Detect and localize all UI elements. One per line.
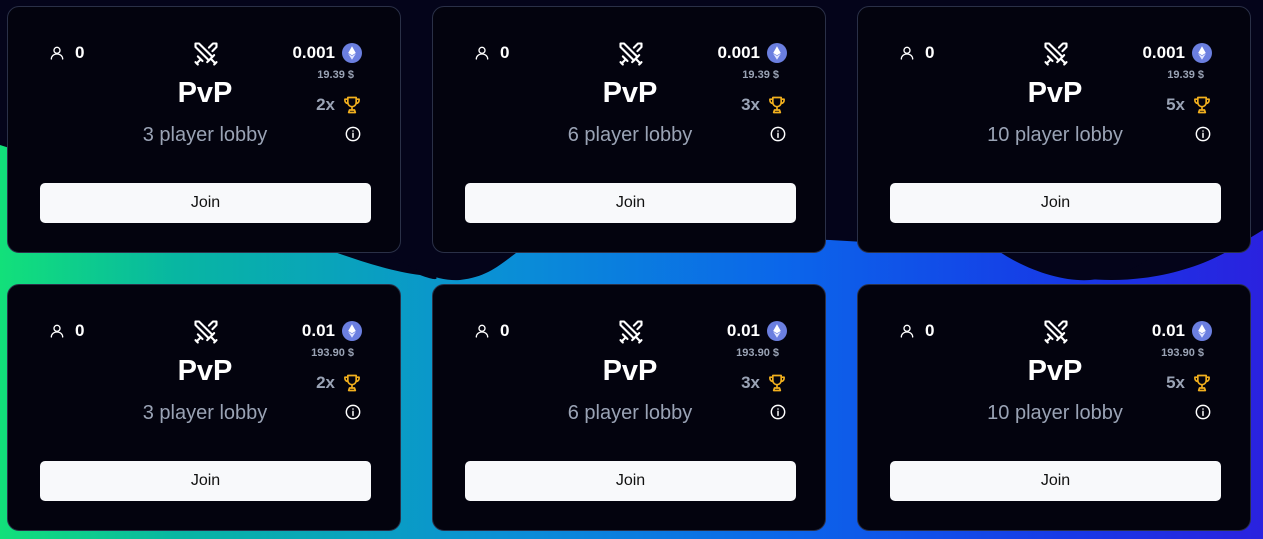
- player-count-value: 0: [75, 43, 85, 62]
- user-icon: [50, 46, 64, 60]
- entry-price: 0.01: [727, 321, 787, 341]
- entry-price-value: 0.01: [301, 321, 335, 340]
- user-icon: [475, 324, 489, 338]
- user-icon: [900, 46, 914, 60]
- lobby-size-label: 10 player lobby: [987, 124, 1123, 146]
- player-count: 0: [899, 321, 934, 341]
- lobby-size-label: 3 player lobby: [142, 402, 268, 424]
- entry-price-value: 0.001: [1142, 43, 1185, 62]
- lobby-card-2: 0 PvP 6 player lobby 0.001 19.39 $ 3x Jo…: [432, 6, 826, 253]
- info-icon[interactable]: [770, 126, 786, 142]
- crossed-swords-icon: [194, 320, 218, 344]
- reward-multiplier: 2x: [316, 373, 362, 393]
- info-icon[interactable]: [770, 404, 786, 420]
- user-icon: [475, 46, 489, 60]
- trophy-icon: [769, 374, 785, 392]
- trophy-icon: [769, 96, 785, 114]
- entry-price-usd: 19.39 $: [317, 69, 354, 81]
- player-count: 0: [474, 321, 509, 341]
- reward-multiplier-value: 5x: [1166, 373, 1185, 392]
- info-icon[interactable]: [345, 126, 361, 142]
- reward-multiplier: 5x: [1166, 373, 1212, 393]
- entry-price-usd: 193.90 $: [1161, 347, 1204, 359]
- ethereum-icon: [1192, 43, 1212, 63]
- reward-multiplier-value: 2x: [316, 95, 335, 114]
- entry-price: 0.001: [292, 43, 362, 63]
- trophy-icon: [1194, 374, 1210, 392]
- ethereum-icon: [1192, 321, 1212, 341]
- entry-price-usd: 19.39 $: [742, 69, 779, 81]
- join-button[interactable]: Join: [465, 183, 796, 223]
- reward-multiplier-value: 3x: [741, 95, 760, 114]
- trophy-icon: [344, 374, 360, 392]
- user-icon: [900, 324, 914, 338]
- entry-price-usd: 193.90 $: [736, 347, 779, 359]
- entry-price: 0.01: [1152, 321, 1212, 341]
- reward-multiplier: 2x: [316, 95, 362, 115]
- crossed-swords-icon: [1044, 320, 1068, 344]
- info-icon[interactable]: [1195, 404, 1211, 420]
- player-count-value: 0: [925, 321, 935, 340]
- trophy-icon: [344, 96, 360, 114]
- lobby-card-3: 0 PvP 10 player lobby 0.001 19.39 $ 5x J…: [857, 6, 1251, 253]
- crossed-swords-icon: [619, 320, 643, 344]
- crossed-swords-icon: [194, 42, 218, 66]
- player-count-value: 0: [500, 43, 510, 62]
- entry-price: 0.001: [717, 43, 787, 63]
- lobby-card-6: 0 PvP 10 player lobby 0.01 193.90 $ 5x J…: [857, 284, 1251, 531]
- join-button[interactable]: Join: [40, 461, 371, 501]
- lobby-card-4: 0 PvP 3 player lobby 0.01 193.90 $ 2x Jo…: [7, 284, 401, 531]
- entry-price: 0.01: [302, 321, 362, 341]
- ethereum-icon: [767, 321, 787, 341]
- crossed-swords-icon: [1044, 42, 1068, 66]
- entry-price-usd: 19.39 $: [1167, 69, 1204, 81]
- entry-price-value: 0.001: [292, 43, 335, 62]
- ethereum-icon: [342, 43, 362, 63]
- reward-multiplier: 5x: [1166, 95, 1212, 115]
- reward-multiplier-value: 3x: [741, 373, 760, 392]
- crossed-swords-icon: [619, 42, 643, 66]
- player-count: 0: [49, 321, 84, 341]
- player-count: 0: [899, 43, 934, 63]
- reward-multiplier-value: 5x: [1166, 95, 1185, 114]
- entry-price-value: 0.01: [726, 321, 760, 340]
- join-button[interactable]: Join: [890, 183, 1221, 223]
- join-button[interactable]: Join: [890, 461, 1221, 501]
- join-button[interactable]: Join: [40, 183, 371, 223]
- player-count-value: 0: [75, 321, 85, 340]
- lobby-size-label: 3 player lobby: [142, 124, 268, 146]
- trophy-icon: [1194, 96, 1210, 114]
- info-icon[interactable]: [345, 404, 361, 420]
- player-count: 0: [474, 43, 509, 63]
- user-icon: [50, 324, 64, 338]
- reward-multiplier: 3x: [741, 373, 787, 393]
- entry-price: 0.001: [1142, 43, 1212, 63]
- entry-price-value: 0.01: [1151, 321, 1185, 340]
- reward-multiplier: 3x: [741, 95, 787, 115]
- entry-price-usd: 193.90 $: [311, 347, 354, 359]
- player-count-value: 0: [925, 43, 935, 62]
- lobby-size-label: 10 player lobby: [987, 402, 1123, 424]
- lobby-card-5: 0 PvP 6 player lobby 0.01 193.90 $ 3x Jo…: [432, 284, 826, 531]
- ethereum-icon: [767, 43, 787, 63]
- player-count-value: 0: [500, 321, 510, 340]
- lobby-card-1: 0 PvP 3 player lobby 0.001 19.39 $ 2x Jo…: [7, 6, 401, 253]
- entry-price-value: 0.001: [717, 43, 760, 62]
- reward-multiplier-value: 2x: [316, 373, 335, 392]
- ethereum-icon: [342, 321, 362, 341]
- lobby-size-label: 6 player lobby: [567, 124, 693, 146]
- player-count: 0: [49, 43, 84, 63]
- lobby-size-label: 6 player lobby: [567, 402, 693, 424]
- info-icon[interactable]: [1195, 126, 1211, 142]
- join-button[interactable]: Join: [465, 461, 796, 501]
